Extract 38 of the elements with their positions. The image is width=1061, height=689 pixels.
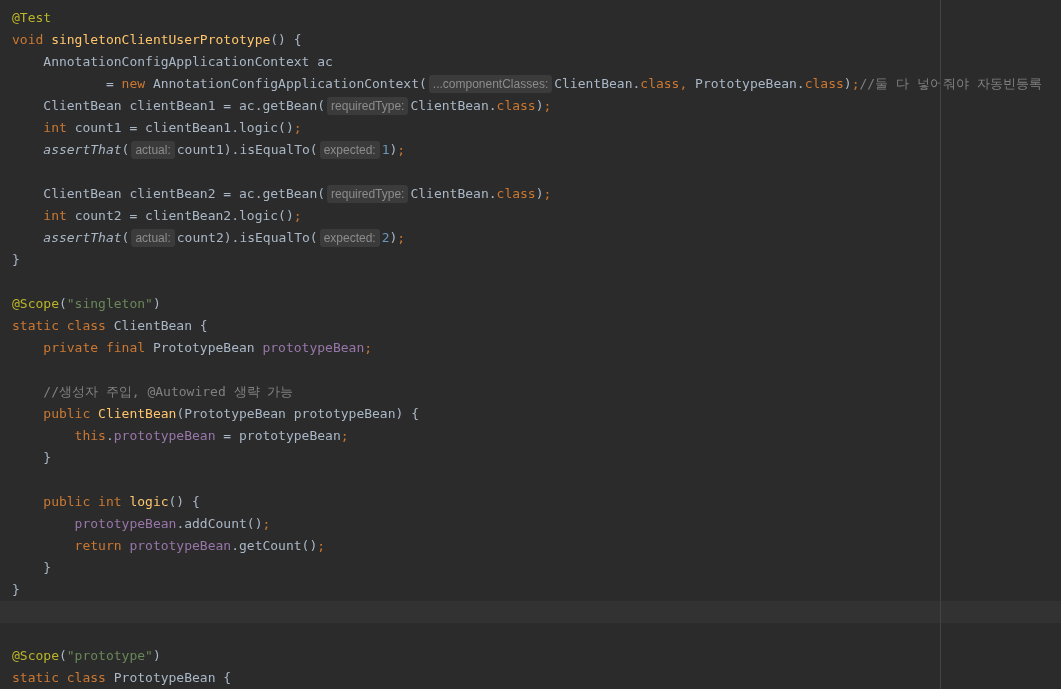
code-text: }	[42, 559, 52, 578]
code-text: public ClientBean(PrototypeBean prototypeBean) {	[42, 405, 419, 424]
code-text: count1).isEqualTo(	[176, 141, 318, 160]
parameter-hint: requiredType:	[327, 97, 409, 115]
code-text: int count1 = clientBean1.logic();	[42, 119, 302, 138]
code-text: count2).isEqualTo(	[176, 229, 318, 248]
code-text: public int logic() {	[42, 493, 200, 512]
code-text: prototypeBean.addCount();	[73, 515, 271, 534]
code-text: private final PrototypeBean prototypeBean;	[42, 339, 373, 358]
parameter-hint: actual:	[131, 141, 175, 159]
parameter-hint: ...componentClasses:	[428, 75, 553, 93]
code-text: @Scope("singleton")	[12, 295, 161, 314]
parameter-hint: requiredType:	[327, 185, 409, 203]
code-text: }	[12, 581, 20, 600]
code-text: 2);	[381, 229, 406, 248]
code-text: 1);	[381, 141, 406, 160]
code-text: @Scope("prototype")	[12, 647, 161, 666]
code-text: //생성자 주입, @Autowired 생략 가능	[42, 383, 294, 402]
parameter-hint: expected:	[319, 229, 380, 247]
code-text: static class PrototypeBean {	[12, 669, 232, 688]
code-text: }	[12, 251, 20, 270]
code-text: ClientBean.class);	[410, 97, 552, 116]
code-text: int count2 = clientBean2.logic();	[42, 207, 302, 226]
code-text: ClientBean clientBean2 = ac.getBean(	[42, 185, 326, 204]
parameter-hint: expected:	[319, 141, 380, 159]
code-text: ClientBean clientBean1 = ac.getBean(	[42, 97, 326, 116]
code-text: static class ClientBean {	[12, 317, 208, 336]
code-text: AnnotationConfigApplicationContext ac	[42, 53, 333, 72]
code-text: this.prototypeBean = prototypeBean;	[73, 427, 349, 446]
code-text: return prototypeBean.getCount();	[73, 537, 326, 556]
code-text: ClientBean.class);	[410, 185, 552, 204]
parameter-hint: actual:	[131, 229, 175, 247]
code-text: assertThat(	[42, 141, 130, 160]
code-text: = new AnnotationConfigApplicationContext(	[104, 75, 427, 94]
code-text: void singletonClientUserPrototype() {	[12, 31, 302, 50]
code-text: @Test	[12, 9, 52, 28]
code-text: assertThat(	[42, 229, 130, 248]
code-text: }	[42, 449, 52, 468]
